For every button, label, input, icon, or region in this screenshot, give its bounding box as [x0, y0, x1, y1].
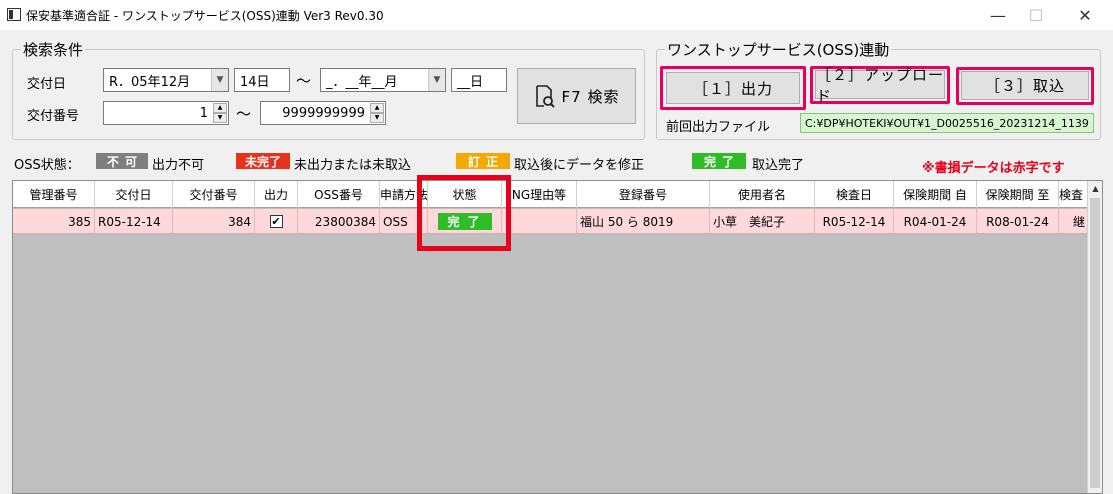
- import-button[interactable]: ［３］取込: [961, 71, 1089, 100]
- date-from-day-field[interactable]: 14日: [234, 68, 290, 92]
- vertical-scrollbar[interactable]: ▲: [1087, 181, 1102, 493]
- range-tilde: ～: [296, 72, 312, 90]
- table-row[interactable]: 385 R05-12-14 384 ✔ 23800384 OSS 完了 福山 5…: [13, 209, 1089, 234]
- window-title: 保安基準適合証 - ワンストップサービス(OSS)連動 Ver3 Rev0.30: [26, 9, 384, 23]
- grid-header: 管理番号 交付日 交付番号 出力 OSS番号 申請方法 状態 NG理由等 登録番…: [13, 181, 1089, 208]
- oss-legend: ワンストップサービス(OSS)連動: [665, 39, 892, 60]
- status-badge-teisei: 訂正: [456, 153, 510, 169]
- chevron-down-icon[interactable]: ▼: [428, 69, 445, 91]
- spin-buttons[interactable]: ▲ ▼: [370, 103, 384, 123]
- output-button[interactable]: ［１］出力: [666, 72, 800, 104]
- column-header[interactable]: NG理由等: [502, 181, 577, 208]
- date-to-month-value: _．__年__月: [326, 74, 398, 90]
- column-header[interactable]: 登録番号: [577, 181, 710, 208]
- upload-button[interactable]: ［２］アップロード: [815, 66, 945, 105]
- column-header[interactable]: 管理番号: [13, 181, 95, 208]
- oss-status-label: OSS状態：: [14, 158, 80, 173]
- close-button[interactable]: ✕: [1062, 0, 1108, 30]
- column-header[interactable]: 交付番号: [173, 181, 255, 208]
- issue-no-from-stepper[interactable]: 1 ▲ ▼: [103, 101, 229, 125]
- search-button[interactable]: F7 検索: [517, 68, 636, 124]
- spin-buttons[interactable]: ▲ ▼: [213, 103, 227, 123]
- cell-output[interactable]: ✔: [255, 209, 298, 234]
- issue-no-to-stepper[interactable]: 9999999999 ▲ ▼: [260, 101, 386, 125]
- column-header[interactable]: 出力: [255, 181, 298, 208]
- output-checkbox[interactable]: ✔: [269, 215, 283, 228]
- date-to-month-combo[interactable]: _．__年__月 ▼: [320, 68, 446, 92]
- issue-no-from-value: 1: [199, 105, 208, 121]
- cell-user-name[interactable]: 小草 美紀子: [710, 209, 815, 234]
- column-header[interactable]: OSS番号: [298, 181, 380, 208]
- cell-oss-no[interactable]: 23800384: [298, 209, 380, 234]
- cell-ng-reason[interactable]: [502, 209, 577, 234]
- cell-ins-to[interactable]: R08-01-24: [977, 209, 1059, 234]
- issue-no-label: 交付番号: [27, 109, 80, 124]
- cell-reg-no[interactable]: 福山 50 ら 8019: [577, 209, 710, 234]
- cell-mgmt-no[interactable]: 385: [13, 209, 95, 234]
- cell-issue-date[interactable]: R05-12-14: [95, 209, 173, 234]
- date-to-day-value: __日: [457, 74, 484, 90]
- cell-issue-no[interactable]: 384: [173, 209, 255, 234]
- chevron-down-icon[interactable]: ▼: [211, 69, 228, 91]
- column-header[interactable]: 交付日: [95, 181, 173, 208]
- status-text-teisei: 取込後にデータを修正: [514, 158, 645, 173]
- column-header[interactable]: 検査日: [815, 181, 894, 208]
- range-tilde: ～: [236, 105, 252, 123]
- error-data-note: ※書損データは赤字です: [922, 161, 1065, 176]
- status-badge-fuka: 不可: [96, 153, 148, 169]
- column-header[interactable]: 保険期間 至: [977, 181, 1059, 208]
- data-grid[interactable]: 管理番号 交付日 交付番号 出力 OSS番号 申請方法 状態 NG理由等 登録番…: [12, 180, 1103, 494]
- status-text-kanryo: 取込完了: [752, 158, 805, 173]
- scroll-thumb[interactable]: [1090, 198, 1100, 488]
- date-from-month-value: R．05年12月: [109, 74, 191, 90]
- column-header[interactable]: 検査: [1059, 181, 1089, 208]
- cell-inspect-date[interactable]: R05-12-14: [815, 209, 894, 234]
- cell-ins-from[interactable]: R04-01-24: [894, 209, 977, 234]
- date-to-day-field[interactable]: __日: [451, 68, 507, 92]
- search-legend: 検索条件: [21, 39, 86, 60]
- maximize-button[interactable]: ☐: [1013, 0, 1059, 30]
- search-button-label: F7 検索: [561, 87, 620, 106]
- column-header[interactable]: 保険期間 自: [894, 181, 977, 208]
- status-badge-kanryo: 完了: [692, 153, 746, 169]
- column-header[interactable]: 使用者名: [710, 181, 815, 208]
- title-bar: 保安基準適合証 - ワンストップサービス(OSS)連動 Ver3 Rev0.30…: [0, 0, 1113, 30]
- status-column-highlight: [417, 175, 511, 251]
- app-icon: [7, 8, 21, 21]
- status-badge-mikanryo: 未完了: [236, 153, 290, 169]
- date-from-day-value: 14日: [240, 74, 270, 90]
- issue-date-label: 交付日: [27, 77, 67, 92]
- last-output-path: C:¥DP¥HOTEKI¥OUT¥1_D0025516_20231214_113…: [800, 113, 1094, 133]
- last-output-label: 前回出力ファイル: [666, 120, 771, 135]
- document-search-icon: [535, 85, 555, 108]
- cell-inspect[interactable]: 継: [1059, 209, 1089, 234]
- scroll-up-icon[interactable]: ▲: [1088, 181, 1102, 196]
- status-text-fuka: 出力不可: [152, 158, 205, 173]
- status-text-mikanryo: 未出力または未取込: [294, 158, 412, 173]
- main-client: 検索条件 交付日 R．05年12月 ▼ 14日 ～ _．__年__月 ▼ __日…: [0, 30, 1113, 494]
- issue-no-to-value: 9999999999: [282, 105, 365, 121]
- date-from-month-combo[interactable]: R．05年12月 ▼: [103, 68, 229, 92]
